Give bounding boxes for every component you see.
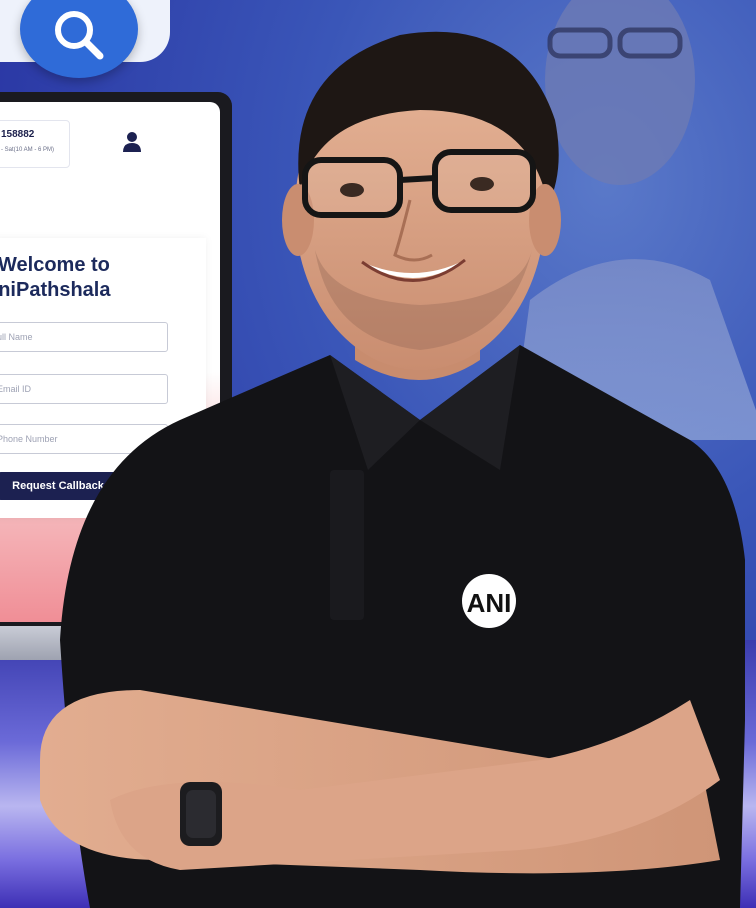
shirt-logo: ANI (462, 574, 516, 628)
svg-text:ANI: ANI (467, 588, 512, 618)
main-person-image: ANI (40, 31, 745, 908)
